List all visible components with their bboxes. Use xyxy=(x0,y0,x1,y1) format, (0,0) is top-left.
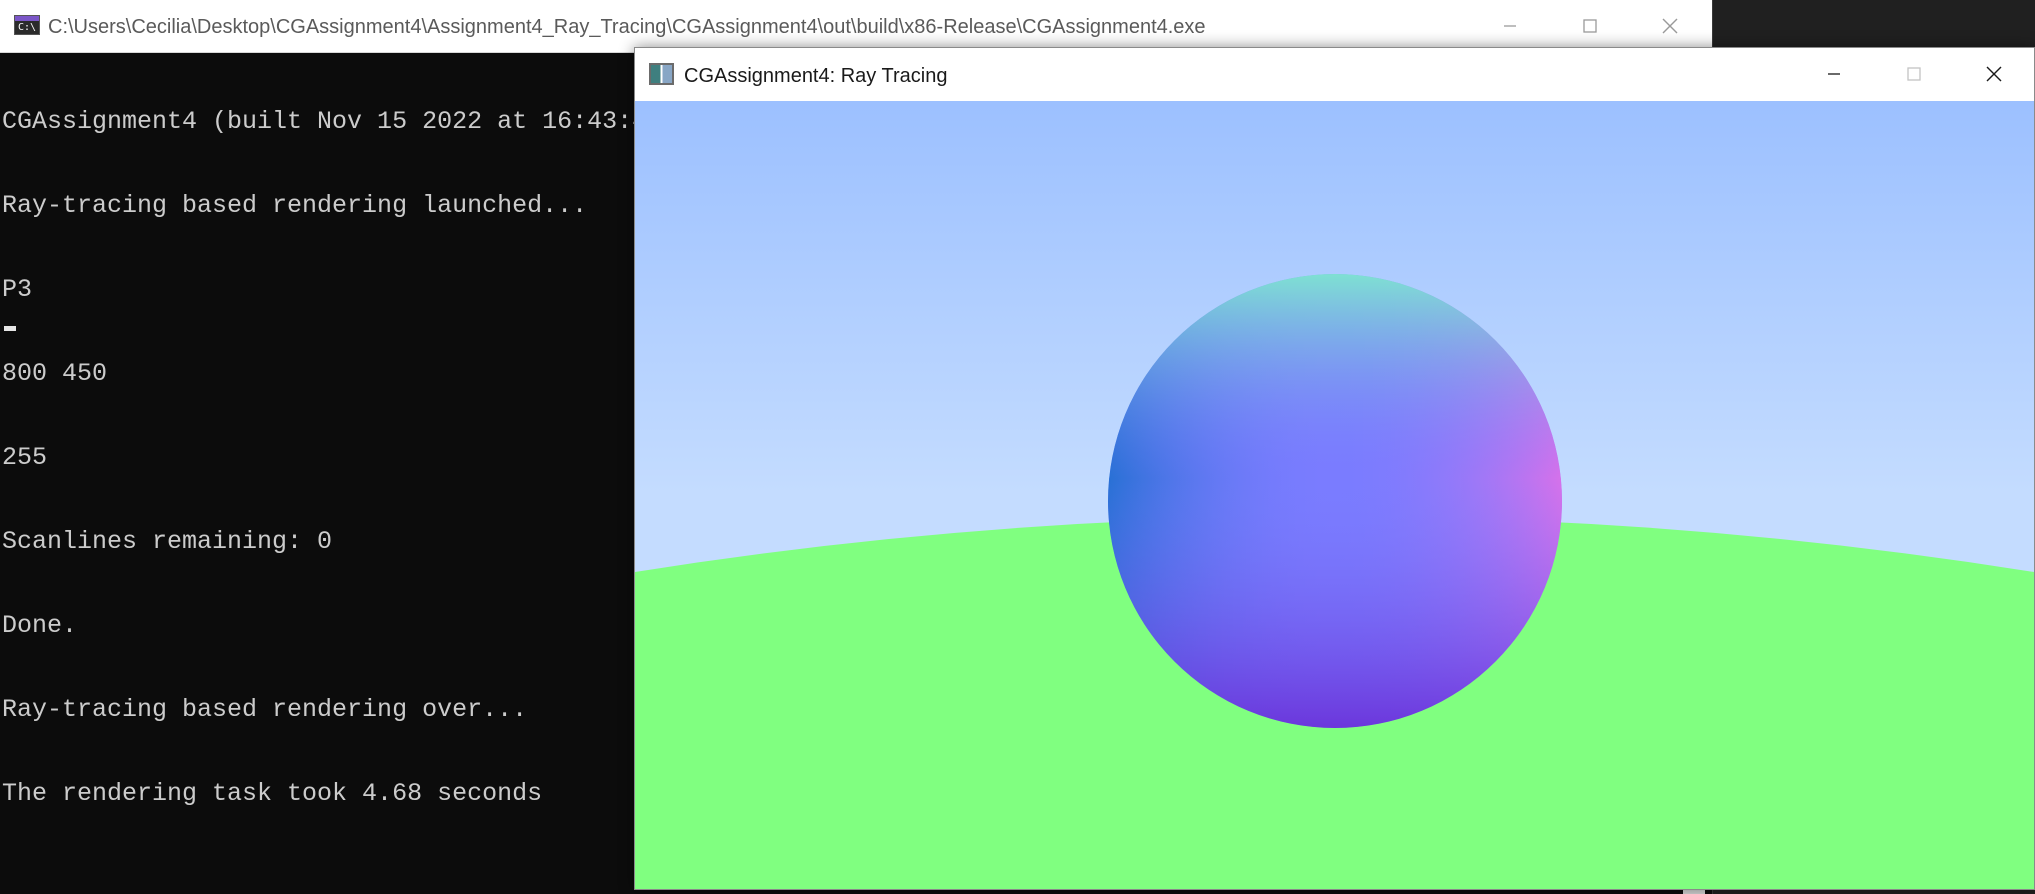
console-output-line: P3 xyxy=(2,275,33,304)
render-window-title: CGAssignment4: Ray Tracing xyxy=(684,65,948,87)
console-output-line: 800 450 xyxy=(2,359,108,388)
render-maximize-button xyxy=(1874,48,1954,100)
console-output-line: The rendering task took 4.68 seconds xyxy=(2,779,543,808)
render-canvas xyxy=(635,101,2034,889)
console-text-cursor xyxy=(4,326,16,331)
console-title-bar[interactable]: C:\ C:\Users\Cecilia\Desktop\CGAssignmen… xyxy=(0,0,1712,53)
console-output-line: Scanlines remaining: 0 xyxy=(2,527,333,556)
console-output-line: Ray-tracing based rendering launched... xyxy=(2,191,588,220)
console-output-line: CGAssignment4 (built Nov 15 2022 at 16:4… xyxy=(2,107,678,136)
console-minimize-button[interactable] xyxy=(1470,0,1550,52)
close-icon xyxy=(1662,18,1678,34)
render-window[interactable]: CGAssignment4: Ray Tracing xyxy=(634,47,2035,890)
console-output[interactable]: CGAssignment4 (built Nov 15 2022 at 16:4… xyxy=(2,52,678,864)
maximize-icon xyxy=(1583,19,1597,33)
render-close-button[interactable] xyxy=(1954,48,2034,100)
sphere xyxy=(1108,274,1562,728)
console-output-line: Ray-tracing based rendering over... xyxy=(2,695,528,724)
console-close-button[interactable] xyxy=(1630,0,1710,52)
console-output-line: Done. xyxy=(2,611,78,640)
maximize-icon xyxy=(1907,67,1921,81)
render-minimize-button[interactable] xyxy=(1794,48,1874,100)
console-app-icon-text: C:\ xyxy=(17,22,37,33)
console-window-title: C:\Users\Cecilia\Desktop\CGAssignment4\A… xyxy=(48,16,1206,38)
close-icon xyxy=(1986,66,2002,82)
window-app-icon xyxy=(649,63,674,85)
console-output-line: 255 xyxy=(2,443,48,472)
minimize-icon xyxy=(1828,73,1840,75)
console-app-icon: C:\ xyxy=(14,15,40,35)
render-window-title-bar[interactable]: CGAssignment4: Ray Tracing xyxy=(635,48,2034,101)
console-maximize-button[interactable] xyxy=(1550,0,1630,52)
minimize-icon xyxy=(1504,25,1516,27)
render-image xyxy=(635,101,2034,889)
